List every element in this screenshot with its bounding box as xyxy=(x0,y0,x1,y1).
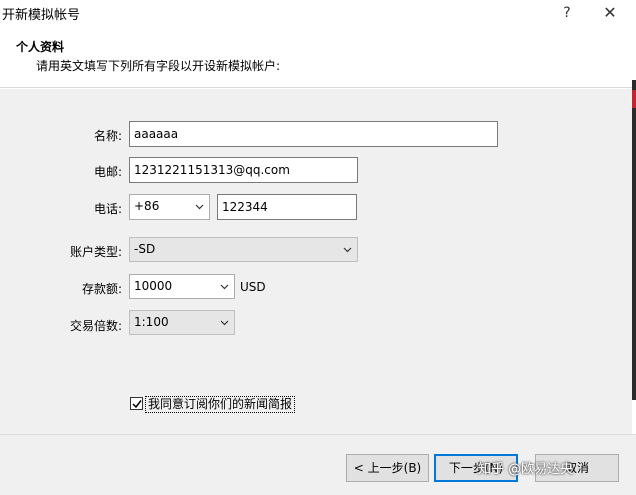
leverage-label: 交易倍数: xyxy=(69,319,122,333)
email-label: 电邮: xyxy=(93,165,122,179)
phone-field[interactable]: 122344 xyxy=(217,194,357,220)
chevron-down-icon xyxy=(195,202,204,211)
country-code-select[interactable]: +86 xyxy=(129,194,210,220)
help-icon[interactable]: ? xyxy=(556,2,578,24)
watermark: 知乎 @欧易达央 xyxy=(478,462,574,477)
page-header: 个人资料 请用英文填写下列所有字段以开设新模拟帐户: xyxy=(0,26,636,88)
newsletter-checkbox[interactable] xyxy=(130,397,143,410)
checkmark-icon xyxy=(132,400,142,409)
deposit-value: 10000 xyxy=(134,279,173,293)
page-subtitle: 请用英文填写下列所有字段以开设新模拟帐户: xyxy=(36,59,281,73)
page-title: 个人资料 xyxy=(16,40,65,54)
account-type-label: 账户类型: xyxy=(69,245,122,259)
newsletter-label[interactable]: 我同意订阅你们的新闻简报 xyxy=(145,396,296,413)
leverage-value: 1:100 xyxy=(134,315,169,329)
background-window-edge xyxy=(632,80,636,400)
title-bar: 开新模拟帐号 ? ✕ xyxy=(0,0,636,26)
window-title: 开新模拟帐号 xyxy=(2,8,81,23)
email-field[interactable]: 1231221151313@qq.com xyxy=(129,157,358,183)
account-type-value: -SD xyxy=(134,242,156,256)
phone-label: 电话: xyxy=(93,202,122,216)
close-icon[interactable]: ✕ xyxy=(598,2,622,24)
name-label: 名称: xyxy=(93,129,122,143)
deposit-label: 存款额: xyxy=(81,282,122,296)
name-field[interactable]: aaaaaa xyxy=(129,121,498,147)
leverage-select[interactable]: 1:100 xyxy=(129,310,235,335)
account-type-select[interactable]: -SD xyxy=(129,237,358,262)
chevron-down-icon xyxy=(220,282,229,291)
chevron-down-icon xyxy=(220,318,229,327)
deposit-currency: USD xyxy=(240,280,266,294)
background-accent xyxy=(632,90,636,108)
deposit-select[interactable]: 10000 xyxy=(129,274,235,299)
chevron-down-icon xyxy=(343,245,352,254)
country-code-value: +86 xyxy=(134,199,160,213)
back-button[interactable]: < 上一步(B) xyxy=(346,454,429,482)
